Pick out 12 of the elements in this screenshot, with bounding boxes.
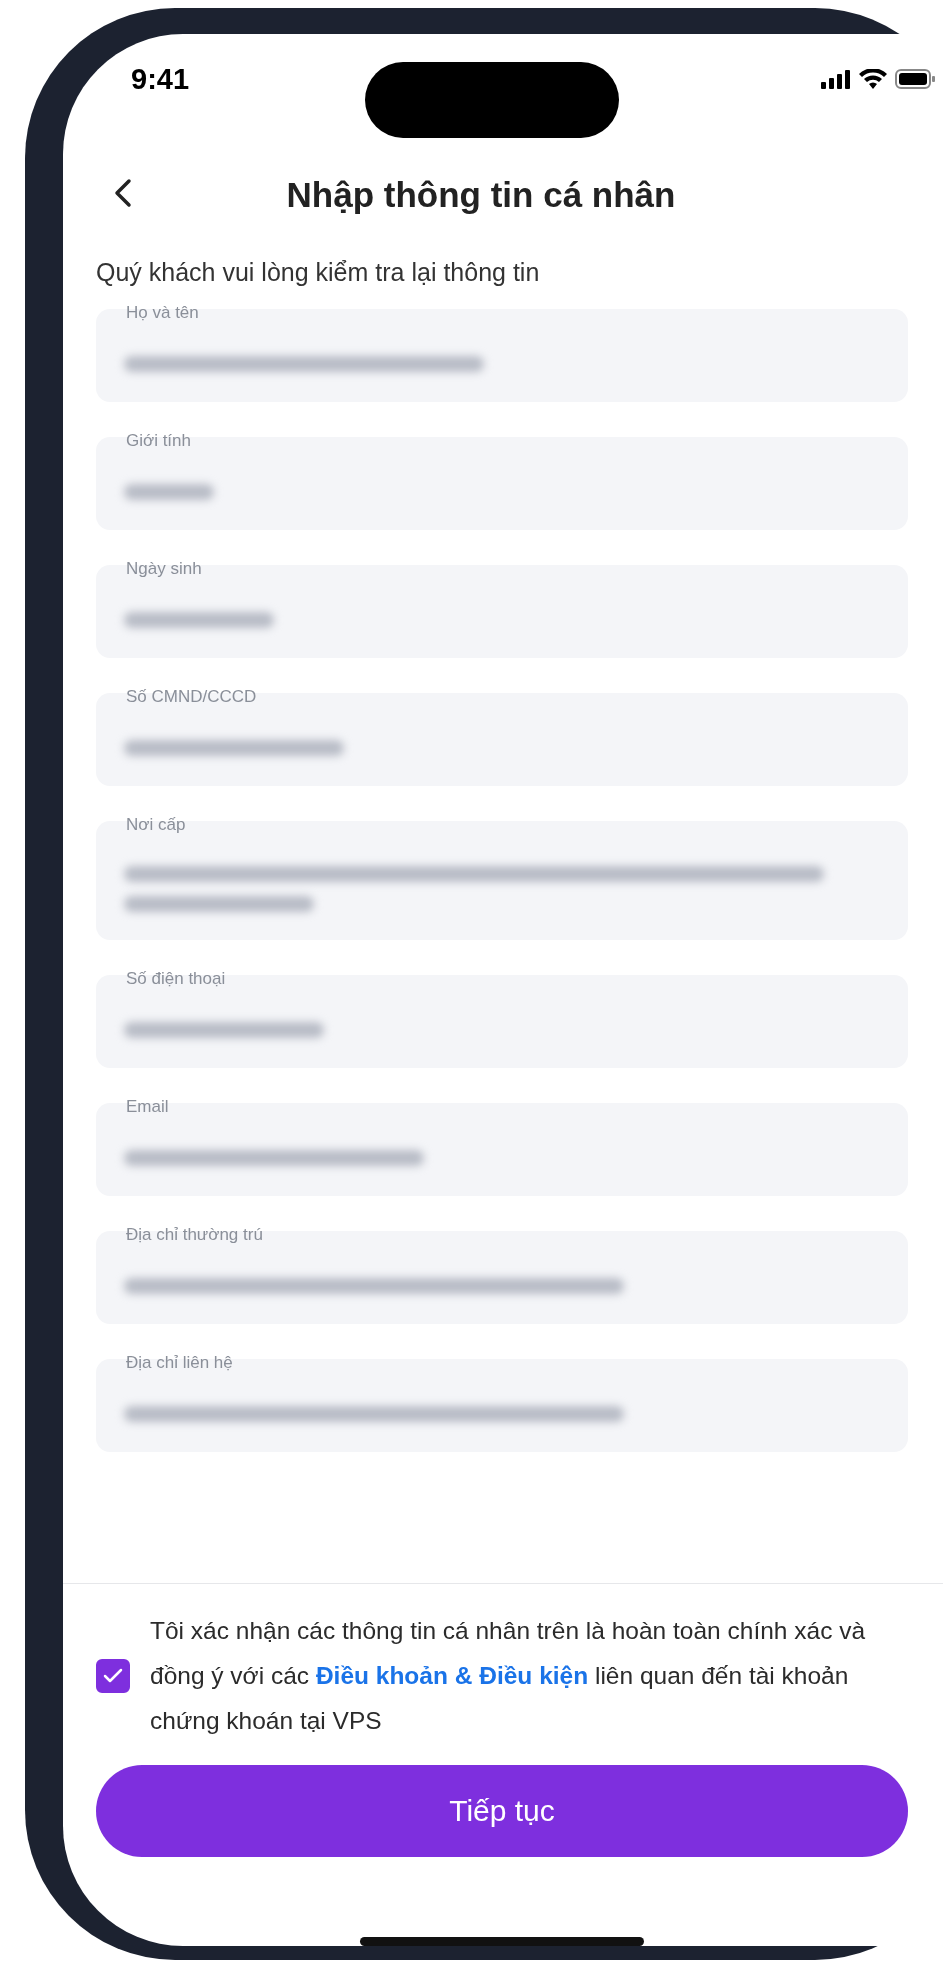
wifi-icon [859,69,887,89]
battery-icon [895,69,935,89]
terms-link[interactable]: Điều khoản & Điều kiện [315,1662,589,1689]
status-time: 9:41 [131,62,190,96]
check-icon [103,1667,123,1684]
signal-icon [821,69,851,89]
consent-text: Tôi xác nhận các thông tin cá nhân trên là hoàn toàn chính xác và đồng ý với các Điều khoản & Điều kiện liên quan đến tài khoản chứng khoán tại VPS [150,1616,867,1736]
chevron-left-icon [113,178,133,208]
consent-checkbox[interactable] [96,1658,130,1693]
page-title: Nhập thông tin cá nhân [286,175,676,215]
continue-button[interactable]: Tiếp tục [96,1765,908,1857]
instruction-text: Quý khách vui lòng kiểm tra lại thông tin [96,258,541,287]
